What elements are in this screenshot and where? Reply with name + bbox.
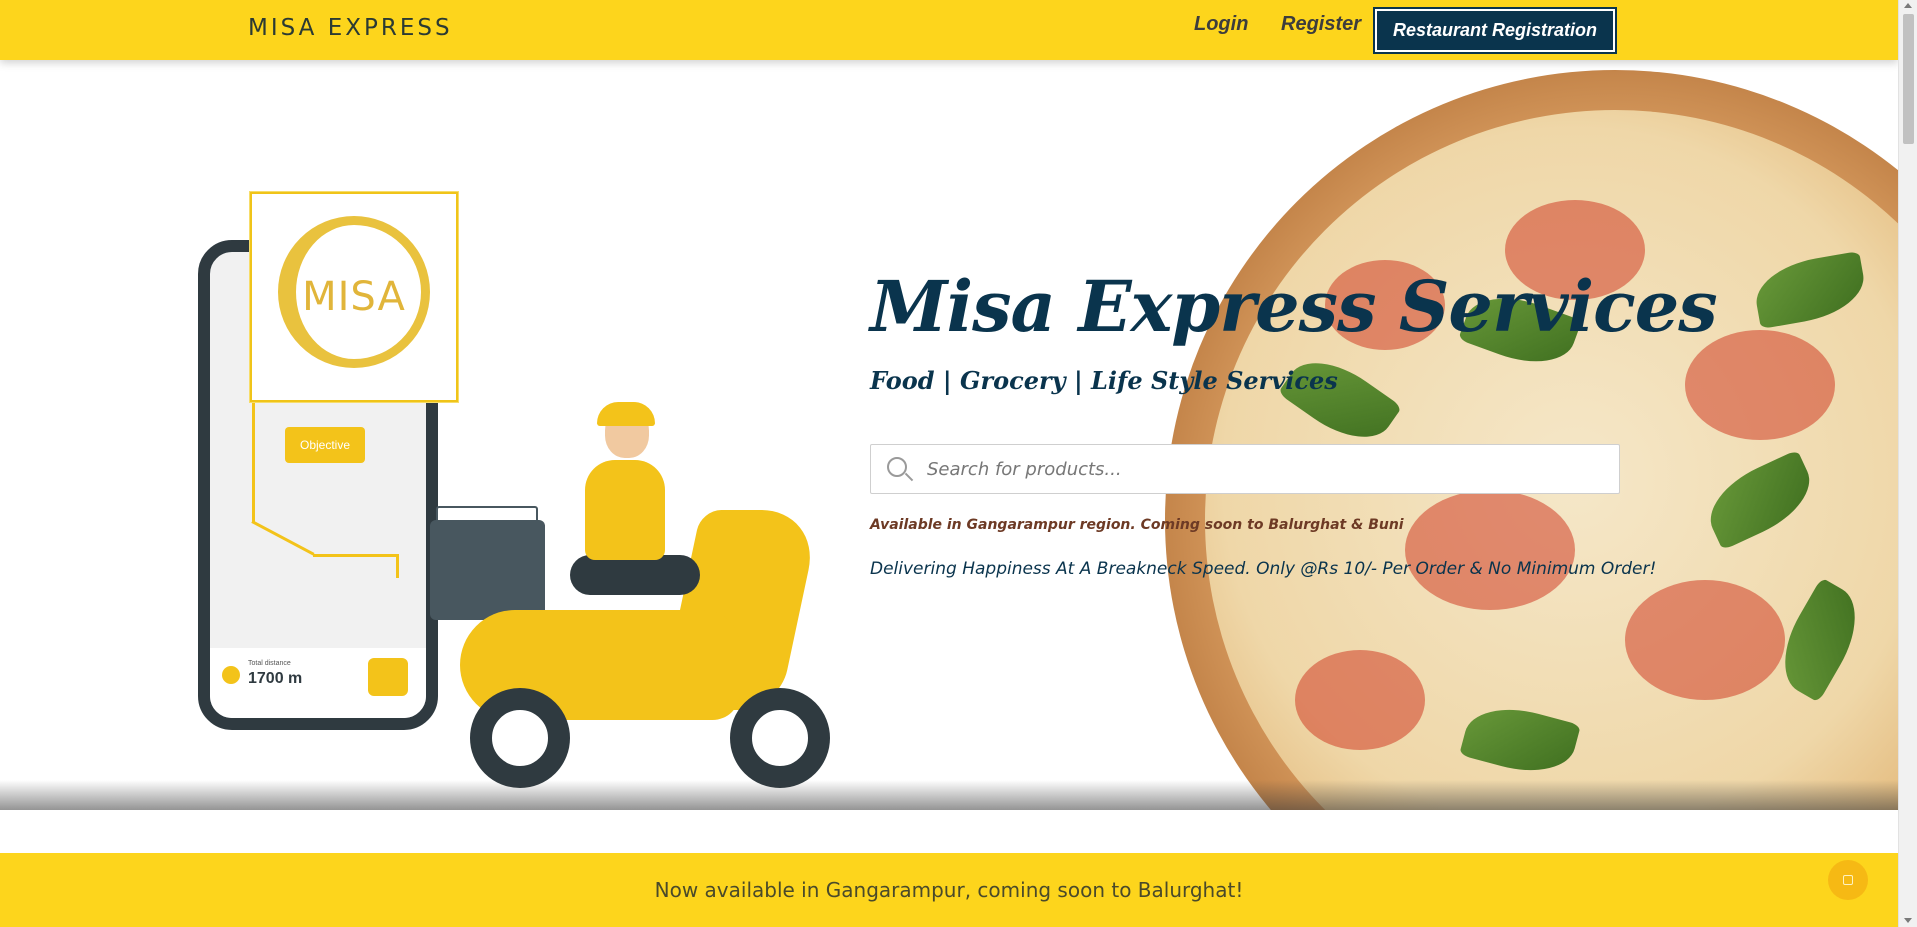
- basil-leaf: [1459, 696, 1581, 784]
- scooter-rear-wheel: [470, 688, 570, 788]
- hero-section: Objective Total distance 1700 m MISA Mis…: [0, 60, 1898, 810]
- misa-logo: MISA: [250, 192, 458, 402]
- logo-text: MISA: [302, 274, 406, 320]
- distance-value: 1700 m: [248, 670, 303, 687]
- announcement-text: Now available in Gangarampur, coming soo…: [654, 878, 1244, 902]
- search-input[interactable]: [927, 446, 1619, 492]
- route-line: [251, 520, 315, 556]
- scroll-thumb[interactable]: [1903, 14, 1914, 144]
- basil-leaf: [1277, 343, 1403, 457]
- objective-tag: Objective: [285, 427, 365, 463]
- pizza-sauce: [1295, 650, 1425, 750]
- restaurant-registration-button[interactable]: Restaurant Registration: [1373, 7, 1617, 54]
- brand-logo-text[interactable]: MISA EXPRESS: [248, 15, 453, 41]
- hero-title: Misa Express Services: [870, 265, 1718, 348]
- scroll-down-icon[interactable]: [1904, 918, 1912, 923]
- basil-leaf: [1697, 449, 1823, 551]
- announcement-bar: Now available in Gangarampur, coming soo…: [0, 853, 1898, 927]
- product-search: [870, 444, 1620, 494]
- rider-legs: [570, 555, 700, 595]
- phone-distance-panel: Total distance 1700 m: [210, 648, 426, 718]
- scroll-up-icon[interactable]: [1904, 3, 1912, 8]
- delivery-illustration: Objective Total distance 1700 m MISA: [180, 130, 880, 810]
- coin-icon: [222, 666, 240, 684]
- login-link[interactable]: Login: [1194, 13, 1248, 36]
- register-link[interactable]: Register: [1281, 13, 1361, 36]
- hero-subtitle: Food | Grocery | Life Style Services: [870, 366, 1338, 395]
- pizza-image: [1165, 70, 1898, 810]
- pizza-sauce: [1625, 580, 1785, 700]
- route-line: [396, 554, 399, 578]
- hero-bottom-shadow: [0, 780, 1898, 810]
- search-icon[interactable]: [883, 445, 927, 493]
- vertical-scrollbar[interactable]: [1898, 0, 1917, 927]
- availability-note: Available in Gangarampur region. Coming …: [870, 517, 1404, 533]
- hero-tagline: Delivering Happiness At A Breakneck Spee…: [870, 559, 1657, 579]
- scooter-rider-illustration: [430, 402, 860, 800]
- basil-leaf: [1750, 250, 1870, 330]
- page: MISA EXPRESS Login Register Restaurant R…: [0, 0, 1917, 927]
- chat-icon[interactable]: [1828, 860, 1868, 900]
- route-line: [313, 554, 398, 557]
- truck-icon: [368, 658, 408, 696]
- site-header: MISA EXPRESS Login Register Restaurant R…: [0, 0, 1898, 60]
- distance-label: Total distance: [248, 660, 291, 667]
- rider-cap: [597, 402, 655, 426]
- rider-torso: [585, 460, 665, 560]
- pizza-sauce: [1405, 490, 1575, 610]
- scooter-front-wheel: [730, 688, 830, 788]
- delivery-box: [430, 520, 545, 620]
